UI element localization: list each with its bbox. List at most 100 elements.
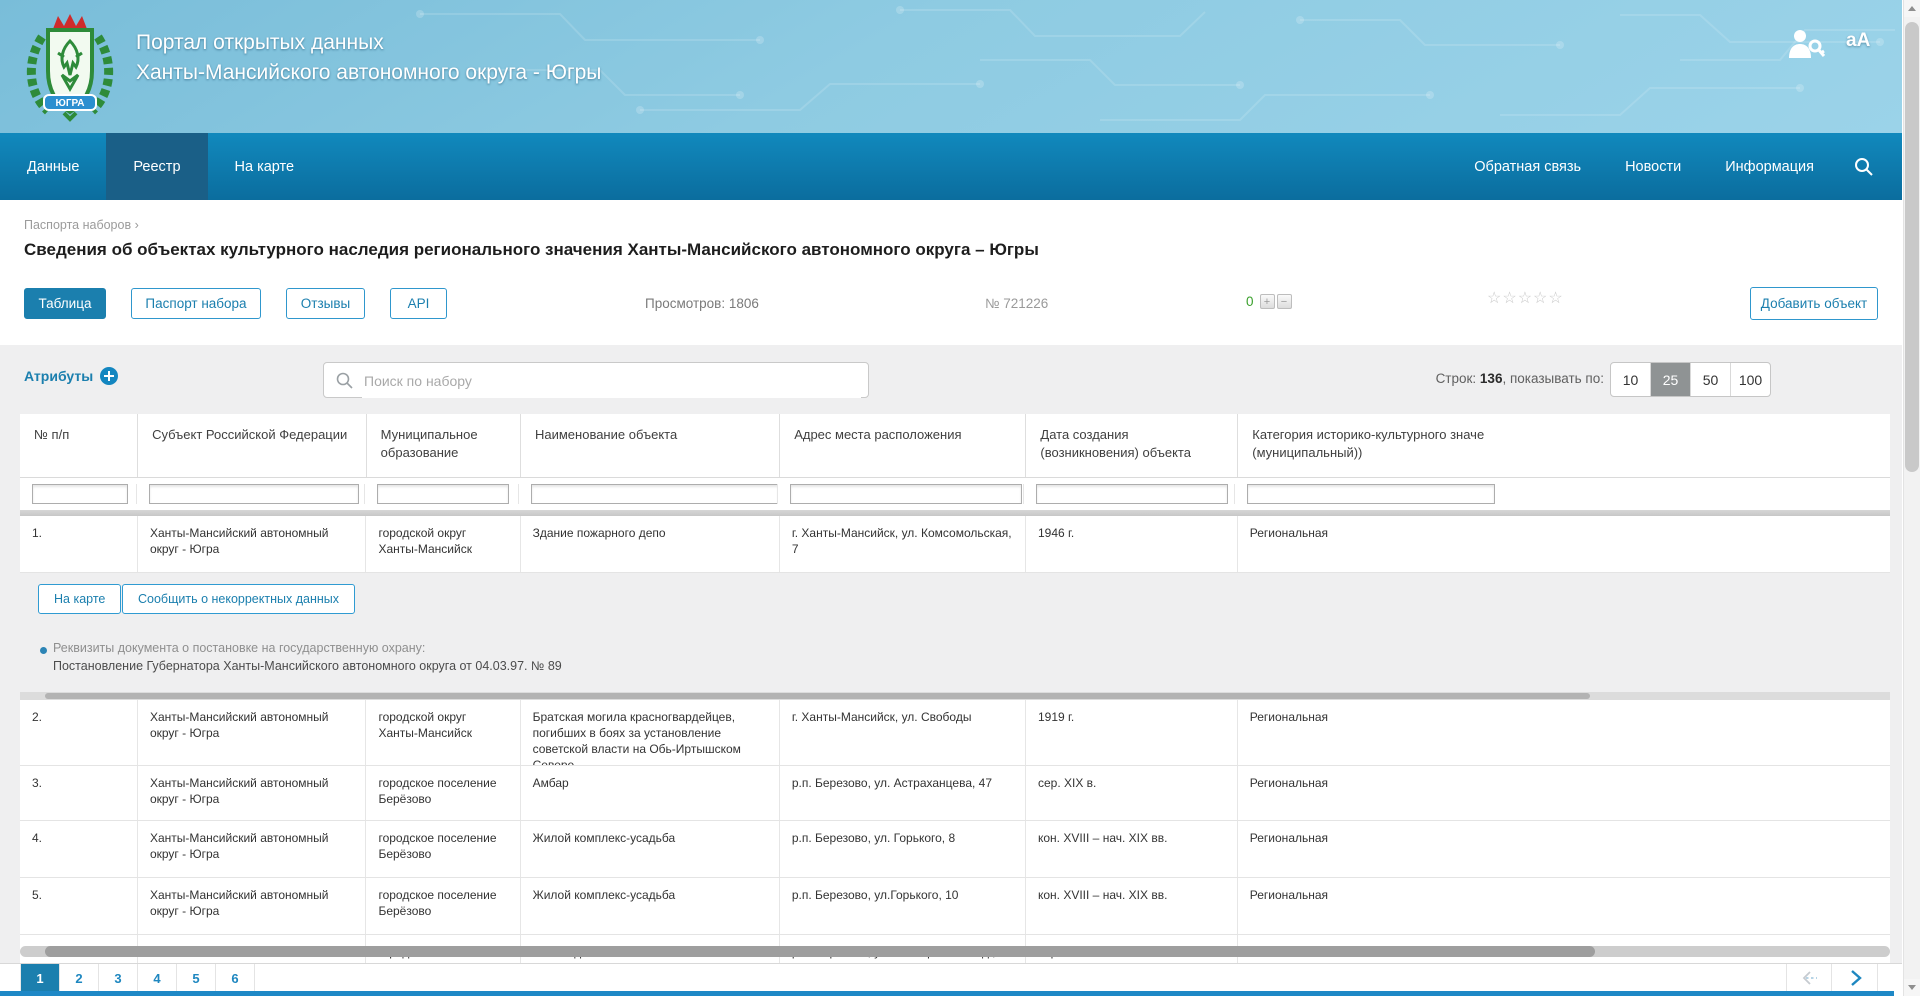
filter-input-name[interactable] xyxy=(531,484,778,504)
main-nav: Данные Реестр На карте Обратная связь Но… xyxy=(0,133,1902,200)
tab-table[interactable]: Таблица xyxy=(24,288,106,319)
filter-cell xyxy=(365,484,518,504)
arrow-left-icon xyxy=(1799,967,1821,989)
filter-cell xyxy=(137,484,365,504)
attributes-control[interactable]: Атрибуты xyxy=(24,367,118,385)
page-button-5[interactable]: 5 xyxy=(177,964,216,992)
cell-name: Братская могила красногвардейцев, погибш… xyxy=(521,700,780,765)
page-button-6[interactable]: 6 xyxy=(216,964,255,992)
font-size-control[interactable]: аА xyxy=(1846,30,1870,52)
tab-reviews[interactable]: Отзывы xyxy=(286,288,365,319)
star-icon[interactable]: ☆ xyxy=(1518,290,1533,307)
rows-info: Строк: 136, показывать по: xyxy=(1402,371,1604,386)
rating-stars[interactable]: ☆☆☆☆☆ xyxy=(1487,288,1564,308)
nav-item-info[interactable]: Информация xyxy=(1703,133,1836,200)
cell-subject: Ханты-Мансийский автономный округ - Югра xyxy=(138,878,367,934)
page-numbers: 1 2 3 4 5 6 xyxy=(20,964,255,992)
vote-down-button[interactable]: − xyxy=(1277,294,1292,309)
filter-input-category[interactable] xyxy=(1247,484,1495,504)
cell-num: 4. xyxy=(20,821,138,877)
column-header-subject[interactable]: Субъект Российской Федерации xyxy=(138,414,367,477)
portal-page: ЮГРА Портал открытых данных Ханты-Мансий… xyxy=(0,0,1920,996)
dataset-number: № 721226 xyxy=(985,296,1048,311)
cell-address: г. Ханты-Мансийск, ул. Комсомольская, 7 xyxy=(780,516,1026,572)
cell-category: Региональная xyxy=(1238,516,1890,572)
table-header-row: № п/п Субъект Российской Федерации Муниц… xyxy=(20,414,1890,478)
column-header-municipality[interactable]: Муниципальное образование xyxy=(367,414,521,477)
table-row-3[interactable]: 3. Ханты-Мансийский автономный округ - Ю… xyxy=(20,766,1890,821)
cell-address: р.п. Березово, ул. Горького, 8 xyxy=(780,821,1026,877)
table-inner-scrollbar-middle xyxy=(20,692,1890,700)
page-size-25[interactable]: 25 xyxy=(1651,363,1691,396)
cell-num: 1. xyxy=(20,516,138,572)
nav-right: Обратная связь Новости Информация xyxy=(1452,133,1902,200)
table-row-4[interactable]: 4. Ханты-Мансийский автономный округ - Ю… xyxy=(20,821,1890,878)
page-button-3[interactable]: 3 xyxy=(99,964,138,992)
star-icon[interactable]: ☆ xyxy=(1548,290,1563,307)
nav-item-feedback[interactable]: Обратная связь xyxy=(1452,133,1603,200)
scroll-down-button[interactable] xyxy=(1904,979,1920,996)
login-icon[interactable] xyxy=(1786,28,1826,60)
filter-input-num[interactable] xyxy=(32,484,128,504)
table-row-2[interactable]: 2. Ханты-Мансийский автономный округ - Ю… xyxy=(20,700,1890,766)
dataset-section: Атрибуты Строк: 136, показывать по: 10 2… xyxy=(0,345,1902,963)
page-button-4[interactable]: 4 xyxy=(138,964,177,992)
triangle-up-icon xyxy=(1908,6,1916,11)
prev-page-button[interactable] xyxy=(1786,964,1832,992)
filter-input-subject[interactable] xyxy=(149,484,359,504)
page-button-1[interactable]: 1 xyxy=(21,964,60,992)
nav-item-label: На карте xyxy=(235,159,295,175)
nav-item-reestr[interactable]: Реестр xyxy=(106,133,207,200)
page-vertical-scrollbar[interactable] xyxy=(1903,0,1920,996)
page-size-50[interactable]: 50 xyxy=(1691,363,1731,396)
filter-input-municipality[interactable] xyxy=(377,484,509,504)
cell-name: Жилой комплекс-усадьба xyxy=(521,878,780,934)
star-icon[interactable]: ☆ xyxy=(1502,290,1517,307)
table-horizontal-scrollbar-thumb[interactable] xyxy=(45,946,1595,957)
add-attribute-icon[interactable] xyxy=(100,367,118,385)
star-icon[interactable]: ☆ xyxy=(1533,290,1548,307)
nav-item-label: Данные xyxy=(27,159,79,175)
cell-address: р.п. Березово, ул. Астраханцева, 47 xyxy=(780,766,1026,820)
nav-item-news[interactable]: Новости xyxy=(1603,133,1703,200)
column-header-num[interactable]: № п/п xyxy=(20,414,138,477)
on-map-button[interactable]: На карте xyxy=(38,584,121,614)
column-header-label: № п/п xyxy=(34,426,69,444)
cell-date: сер. XIX в. xyxy=(1026,766,1238,820)
search-input[interactable] xyxy=(362,364,861,398)
filter-input-address[interactable] xyxy=(790,484,1022,504)
column-header-address[interactable]: Адрес места расположения xyxy=(780,414,1026,477)
arrow-right-icon xyxy=(1844,967,1866,989)
next-page-button[interactable] xyxy=(1831,964,1878,992)
cell-category: Региональная xyxy=(1238,821,1890,877)
column-header-category[interactable]: Категория историко-культурного значе (му… xyxy=(1238,414,1890,477)
nav-search-button[interactable] xyxy=(1836,133,1902,200)
coat-of-arms-logo[interactable]: ЮГРА xyxy=(20,9,120,123)
table-row-1[interactable]: 1. Ханты-Мансийский автономный округ - Ю… xyxy=(20,516,1890,573)
vertical-scrollbar-thumb[interactable] xyxy=(1905,22,1919,472)
column-header-name[interactable]: Наименование объекта xyxy=(521,414,780,477)
cell-category: Региональная xyxy=(1238,878,1890,934)
views-counter: Просмотров: 1806 xyxy=(645,296,759,311)
report-incorrect-data-button[interactable]: Сообщить о некорректных данных xyxy=(122,584,355,614)
cell-subject: Ханты-Мансийский автономный округ - Югра xyxy=(138,821,367,877)
vote-up-button[interactable]: + xyxy=(1260,294,1275,309)
cell-date: кон. XVIII – нач. XIX вв. xyxy=(1026,821,1238,877)
add-object-button[interactable]: Добавить объект xyxy=(1750,287,1878,320)
column-header-date[interactable]: Дата создания (возникновения) объекта xyxy=(1026,414,1238,477)
table-row-5[interactable]: 5. Ханты-Мансийский автономный округ - Ю… xyxy=(20,878,1890,935)
nav-item-dannye[interactable]: Данные xyxy=(0,133,106,200)
breadcrumb-link[interactable]: Паспорта наборов xyxy=(24,218,131,232)
tab-dataset-passport[interactable]: Паспорт набора xyxy=(131,288,261,319)
cell-num: 5. xyxy=(20,878,138,934)
page-button-2[interactable]: 2 xyxy=(60,964,99,992)
scroll-up-button[interactable] xyxy=(1904,0,1920,17)
nav-item-na-karte[interactable]: На карте xyxy=(208,133,322,200)
star-icon[interactable]: ☆ xyxy=(1487,290,1502,307)
tab-api[interactable]: API xyxy=(390,288,447,319)
filter-input-date[interactable] xyxy=(1036,484,1228,504)
page-size-100[interactable]: 100 xyxy=(1731,363,1770,396)
page-size-10[interactable]: 10 xyxy=(1611,363,1651,396)
breadcrumb-separator: › xyxy=(135,218,139,232)
scrollbar-thumb[interactable] xyxy=(45,693,1590,699)
